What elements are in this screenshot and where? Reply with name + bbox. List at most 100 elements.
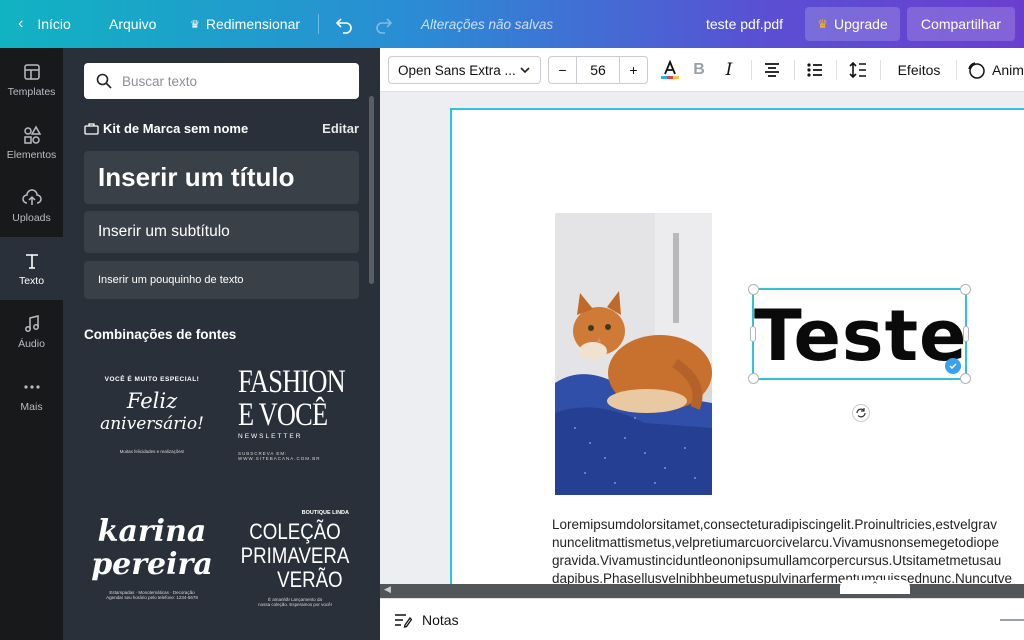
resize-handle-bottom-left[interactable] <box>748 373 759 384</box>
align-button[interactable] <box>760 58 784 82</box>
animate-button[interactable]: Anim <box>966 58 1024 82</box>
pages-toggle-tab[interactable]: ⌃ <box>840 580 910 594</box>
font-size-control: − 56 + <box>548 56 648 84</box>
rail-item-more[interactable]: Mais <box>0 363 63 426</box>
font-combo-fashion[interactable]: FASHION E VOCÊ NEWSLETTER SUBSCREVA EM: … <box>238 366 366 486</box>
combo-text: PRIMAVERA <box>240 543 350 568</box>
upgrade-button[interactable]: ♛ Upgrade <box>805 7 900 41</box>
grammar-check-icon[interactable] <box>945 358 961 374</box>
selected-text-box[interactable]: Teste <box>748 284 971 384</box>
text-panel: Kit de Marca sem nome Editar Inserir um … <box>63 48 380 640</box>
combo-text: aniversário! <box>100 414 204 434</box>
resize-handle-top-left[interactable] <box>748 284 759 295</box>
heading-text[interactable]: Teste <box>754 292 969 380</box>
add-heading-button[interactable]: Inserir um título <box>84 151 359 204</box>
brand-kit-label: Kit de Marca sem nome <box>103 120 249 136</box>
crown-icon: ♛ <box>817 17 829 31</box>
panel-scrollbar[interactable] <box>369 96 374 284</box>
music-note-icon <box>24 314 39 332</box>
elements-icon <box>23 124 41 144</box>
body-text-line: dapibus.Phasellusvelnibhbeumetuspulvinar… <box>552 571 1013 584</box>
combo-text: FASHION <box>238 366 346 400</box>
rail-item-templates[interactable]: Templates <box>0 48 63 111</box>
brand-kit-icon <box>84 122 99 135</box>
rail-label: Uploads <box>12 211 51 224</box>
spacing-button[interactable] <box>846 58 870 82</box>
resize-handle-top-right[interactable] <box>960 284 971 295</box>
bullet-list-icon <box>807 63 822 77</box>
design-page[interactable]: Teste Loremipsumdolorsitamet,consectetur… <box>450 108 1024 584</box>
redo-icon <box>376 18 393 34</box>
add-subheading-button[interactable]: Inserir um subtítulo <box>84 211 359 253</box>
font-combo-karina[interactable]: karina pereira Estampadas · Monotemática… <box>88 510 216 630</box>
redo-button[interactable] <box>374 0 394 48</box>
divider <box>836 60 837 80</box>
combo-text: pereira <box>91 547 213 582</box>
divider <box>318 14 319 34</box>
combo-text: E VOCÊ <box>238 397 328 433</box>
file-menu-button[interactable]: Arquivo <box>109 0 156 48</box>
body-text-block[interactable]: Loremipsumdolorsitamet,consecteturadipis… <box>552 516 1024 584</box>
canvas-horizontal-scrollbar[interactable]: ◀ ⌃ <box>380 580 1024 598</box>
rotate-handle[interactable] <box>852 404 870 422</box>
rail-label: Áudio <box>18 337 45 350</box>
resize-handle-left[interactable] <box>750 326 756 342</box>
resize-handle-bottom-right[interactable] <box>960 373 971 384</box>
document-title[interactable]: teste pdf.pdf <box>706 0 783 48</box>
search-box[interactable] <box>84 63 359 99</box>
text-color-button[interactable] <box>658 58 682 82</box>
combo-text: Feliz <box>126 389 178 413</box>
zoom-slider[interactable] <box>1000 619 1024 621</box>
rail-label: Templates <box>7 85 56 98</box>
text-icon <box>25 253 38 269</box>
list-button[interactable] <box>803 58 827 82</box>
cat-photo-image <box>555 213 712 495</box>
animate-icon <box>968 62 985 79</box>
share-label: Compartilhar <box>920 16 1002 32</box>
rail-item-text[interactable]: Texto <box>0 237 63 300</box>
combo-text: COLEÇÃO <box>249 519 341 544</box>
bold-button[interactable]: B <box>687 58 711 82</box>
share-button[interactable]: Compartilhar <box>907 7 1015 41</box>
font-size-input[interactable]: 56 <box>577 57 619 83</box>
text-toolbar: Open Sans Extra ... − 56 + B I Efeitos A… <box>380 48 1024 92</box>
font-size-decrease-button[interactable]: − <box>549 57 577 83</box>
search-input[interactable] <box>122 73 342 89</box>
font-size-increase-button[interactable]: + <box>619 57 647 83</box>
font-combo-colecao[interactable]: BOUTIQUE LINDA COLEÇÃO PRIMAVERA VERÃO É… <box>231 510 359 630</box>
more-dots-icon <box>23 384 40 389</box>
left-rail: Templates Elementos Uploads Texto Áudio … <box>0 48 63 640</box>
canvas-area: Teste Loremipsumdolorsitamet,consectetur… <box>380 92 1024 584</box>
chevron-up-icon: ⌃ <box>871 580 879 590</box>
edit-brand-kit-link[interactable]: Editar <box>322 121 359 136</box>
font-family-select[interactable]: Open Sans Extra ... <box>388 56 541 84</box>
upload-cloud-icon <box>21 188 42 205</box>
rail-item-audio[interactable]: Áudio <box>0 300 63 363</box>
resize-button[interactable]: ♛ Redimensionar <box>190 0 300 48</box>
notes-icon <box>395 613 412 628</box>
font-combo-birthday[interactable]: VOCÊ É MUITO ESPECIAL! Feliz aniversário… <box>88 370 216 490</box>
undo-button[interactable] <box>334 0 354 48</box>
combo-text: karina <box>97 514 207 549</box>
font-combinations-heading: Combinações de fontes <box>84 327 237 342</box>
home-button[interactable]: ‹ Início <box>18 0 71 48</box>
divider <box>751 60 752 80</box>
cat-photo[interactable] <box>555 213 712 495</box>
scroll-left-arrow-icon[interactable]: ◀ <box>384 584 391 595</box>
italic-button[interactable]: I <box>717 58 741 82</box>
notes-bar[interactable]: Notas <box>380 598 1024 640</box>
resize-handle-right[interactable] <box>963 326 969 342</box>
body-text-line: Loremipsumdolorsitamet,consecteturadipis… <box>552 517 997 532</box>
rail-item-uploads[interactable]: Uploads <box>0 174 63 237</box>
undo-icon <box>335 18 352 34</box>
divider <box>956 60 957 80</box>
brand-kit-row: Kit de Marca sem nome Editar <box>84 118 359 138</box>
rail-item-elements[interactable]: Elementos <box>0 111 63 174</box>
body-text-line: nuncelitmattismetus,velpretiumarcuorcive… <box>552 535 999 550</box>
divider <box>880 60 881 80</box>
line-spacing-icon <box>849 61 866 79</box>
effects-button[interactable]: Efeitos <box>894 58 944 82</box>
notes-label: Notas <box>422 611 459 628</box>
add-body-text-button[interactable]: Inserir um pouquinho de texto <box>84 261 359 299</box>
combo-text: NEWSLETTER <box>238 433 303 440</box>
